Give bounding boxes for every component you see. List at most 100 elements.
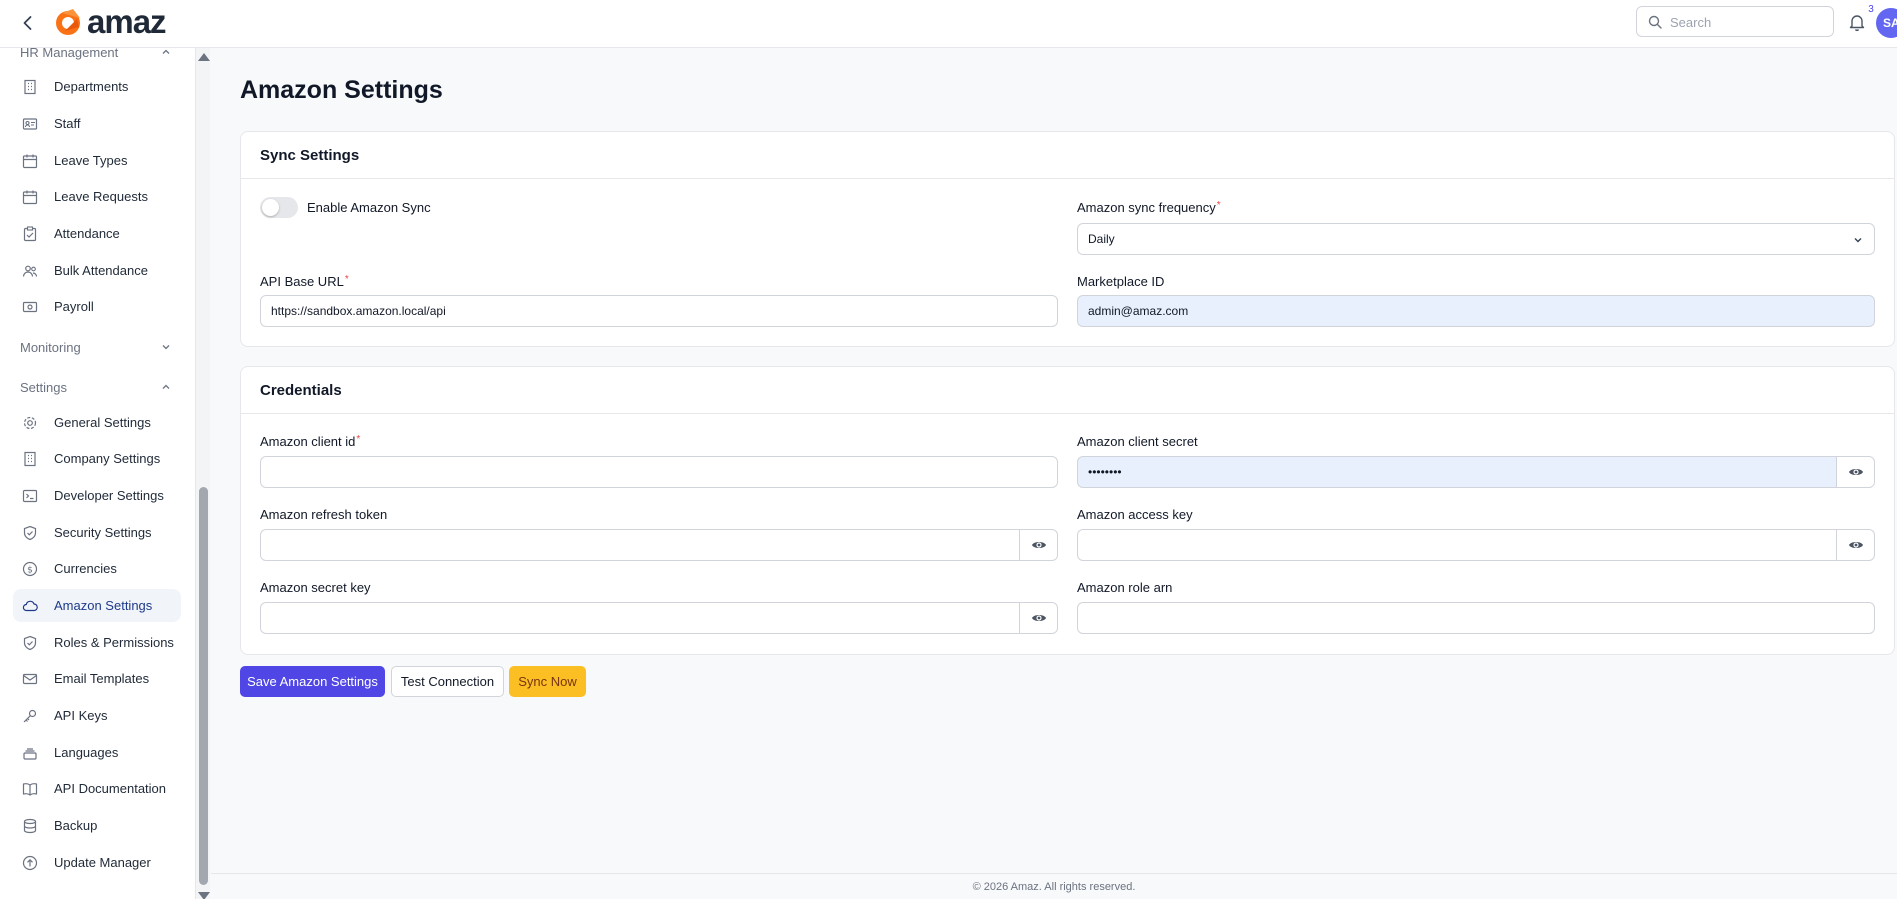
sidebar-group-monitoring[interactable]: Monitoring: [20, 337, 172, 357]
access-key-input[interactable]: [1077, 529, 1837, 561]
sidebar-item-label: Leave Types: [54, 153, 128, 168]
sidebar-item-currencies[interactable]: $ Currencies: [13, 552, 181, 585]
avatar[interactable]: SA: [1876, 8, 1897, 38]
secret-key-label: Amazon secret key: [260, 580, 371, 595]
brand-logo[interactable]: amaz: [51, 3, 167, 40]
chevron-down-icon: [162, 345, 170, 350]
refresh-token-label: Amazon refresh token: [260, 507, 388, 522]
sidebar-item-developer-settings[interactable]: Developer Settings: [13, 479, 181, 512]
gear-icon: [21, 414, 39, 432]
sidebar-item-email-templates[interactable]: Email Templates: [13, 662, 181, 695]
sidebar-item-label: Bulk Attendance: [54, 263, 148, 278]
id-card-icon: [21, 115, 39, 133]
test-connection-button[interactable]: Test Connection: [391, 666, 504, 697]
banknote-icon: [21, 298, 39, 316]
sidebar-item-leave-types[interactable]: Leave Types: [13, 144, 181, 177]
calendar-icon: [21, 188, 39, 206]
eye-icon[interactable]: [1020, 529, 1058, 561]
users-icon: [21, 262, 39, 280]
bell-icon[interactable]: [1847, 12, 1867, 32]
sidebar-item-label: Languages: [54, 745, 119, 760]
search-box[interactable]: [1636, 6, 1834, 37]
sidebar-item-update-manager[interactable]: Update Manager: [13, 846, 181, 879]
shield-check-icon: [21, 524, 39, 542]
sidebar-item-attendance[interactable]: Attendance: [13, 217, 181, 250]
role-arn-label: Amazon role arn: [1077, 580, 1173, 595]
building-icon: [21, 78, 39, 96]
sidebar-item-staff[interactable]: Staff: [13, 107, 181, 140]
client-secret-input[interactable]: [1077, 456, 1837, 488]
sidebar-item-company-settings[interactable]: Company Settings: [13, 442, 181, 475]
save-amazon-settings-button[interactable]: Save Amazon Settings: [240, 666, 385, 697]
sidebar-item-label: Amazon Settings: [54, 598, 153, 613]
role-arn-input[interactable]: [1077, 602, 1875, 634]
sidebar-item-label: Developer Settings: [54, 488, 164, 503]
sync-frequency-select[interactable]: Daily: [1077, 223, 1875, 255]
search-input[interactable]: [1670, 12, 1825, 32]
card-heading: Sync Settings: [241, 132, 1894, 179]
eye-icon[interactable]: [1837, 456, 1875, 488]
sidebar-item-label: Email Templates: [54, 671, 150, 686]
sidebar-item-api-keys[interactable]: API Keys: [13, 699, 181, 732]
sidebar: HR Management Departments Staff Leave Ty…: [0, 48, 196, 899]
refresh-token-input[interactable]: [260, 529, 1020, 561]
sidebar-item-roles-permissions[interactable]: Roles & Permissions: [13, 626, 181, 659]
required-asterisk: *: [356, 434, 361, 445]
chevron-down-icon: [1854, 238, 1862, 243]
sidebar-item-departments[interactable]: Departments: [13, 70, 181, 103]
sync-now-button[interactable]: Sync Now: [509, 666, 586, 697]
sidebar-item-general-settings[interactable]: General Settings: [13, 406, 181, 439]
card-heading: Credentials: [241, 367, 1894, 414]
sidebar-item-bulk-attendance[interactable]: Bulk Attendance: [13, 254, 181, 287]
secret-key-input[interactable]: [260, 602, 1020, 634]
back-arrow-icon[interactable]: [18, 13, 38, 33]
arrow-up-circle-icon: [21, 854, 39, 872]
sidebar-item-label: Currencies: [54, 561, 117, 576]
sidebar-item-label: Company Settings: [54, 451, 161, 466]
sidebar-group-hr-management[interactable]: HR Management: [20, 48, 172, 62]
sidebar-item-label: Payroll: [54, 299, 94, 314]
sidebar-item-label: Leave Requests: [54, 189, 148, 204]
enable-sync-toggle[interactable]: [260, 197, 298, 218]
sync-settings-card: Sync Settings Enable Amazon Sync Amazon …: [240, 131, 1895, 347]
shield-check-icon: [21, 634, 39, 652]
sidebar-group-settings[interactable]: Settings: [20, 377, 172, 397]
api-base-url-input[interactable]: [260, 295, 1058, 327]
sidebar-group-label: Settings: [20, 379, 67, 395]
sidebar-item-languages[interactable]: Languages: [13, 736, 181, 769]
sidebar-item-label: Update Manager: [54, 855, 151, 870]
eye-icon[interactable]: [1020, 602, 1058, 634]
sidebar-item-security-settings[interactable]: Security Settings: [13, 516, 181, 549]
required-asterisk: *: [1216, 200, 1221, 211]
api-base-url-label: API Base URL*: [260, 274, 349, 289]
sidebar-item-label: Security Settings: [54, 525, 152, 540]
dollar-circle-icon: $: [21, 560, 39, 578]
sidebar-item-label: Roles & Permissions: [54, 635, 174, 650]
sidebar-item-label: Backup: [54, 818, 98, 833]
marketplace-id-input[interactable]: [1077, 295, 1875, 327]
chevron-up-icon: [162, 384, 170, 389]
client-secret-label: Amazon client secret: [1077, 434, 1198, 449]
sidebar-item-amazon-settings[interactable]: Amazon Settings: [13, 589, 181, 622]
sidebar-item-leave-requests[interactable]: Leave Requests: [13, 180, 181, 213]
scroll-up-arrow-icon[interactable]: [198, 53, 210, 61]
database-icon: [21, 817, 39, 835]
enable-sync-label: Enable Amazon Sync: [307, 200, 431, 215]
sidebar-item-api-documentation[interactable]: API Documentation: [13, 772, 181, 805]
logo-mark-icon: [56, 9, 80, 35]
access-key-label: Amazon access key: [1077, 507, 1193, 522]
eye-icon[interactable]: [1837, 529, 1875, 561]
cloud-icon: [21, 597, 39, 615]
sidebar-item-payroll[interactable]: Payroll: [13, 290, 181, 323]
calendar-icon: [21, 152, 39, 170]
field-label-text: API Base URL: [260, 274, 344, 289]
stack-icon: [21, 744, 39, 762]
scrollbar-thumb[interactable]: [199, 487, 208, 885]
sidebar-item-label: General Settings: [54, 415, 151, 430]
book-icon: [21, 780, 39, 798]
page-title: Amazon Settings: [240, 76, 443, 104]
sidebar-item-label: Departments: [54, 79, 129, 94]
sidebar-item-backup[interactable]: Backup: [13, 809, 181, 842]
client-id-input[interactable]: [260, 456, 1058, 488]
scroll-down-arrow-icon[interactable]: [198, 892, 210, 899]
